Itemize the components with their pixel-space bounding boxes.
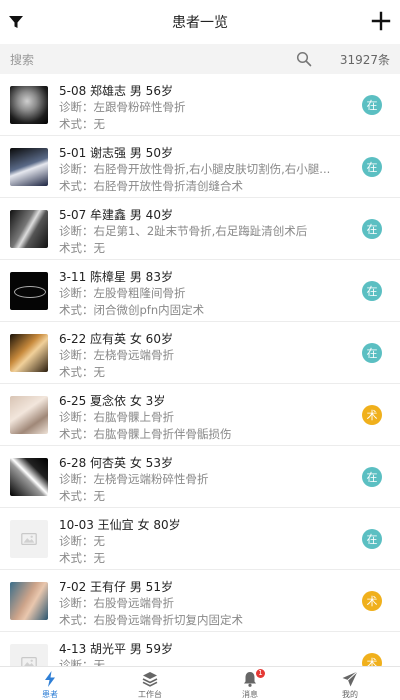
patient-surgery: 术式：右胫骨开放性骨折清创缝合术 (59, 179, 243, 193)
patient-surgery: 术式：无 (59, 551, 105, 565)
patient-summary: 5-01 谢志强 男 50岁 (59, 146, 173, 160)
patient-row[interactable]: 3-11 陈樟星 男 83岁 诊断：左股骨粗隆间骨折术式：闭合微创pfn内固定术 在 (0, 260, 400, 322)
search-input[interactable]: 搜索 (10, 51, 296, 68)
patient-summary: 6-28 何杏英 女 53岁 (59, 456, 173, 470)
patient-diagnosis: 诊断：右足第1、2趾末节骨折,右足踇趾清创术后 (59, 224, 308, 238)
tab-mine[interactable]: 我的 (300, 667, 400, 700)
patient-diagnosis: 诊断：左桡骨远端骨折 (59, 348, 174, 362)
patient-diagnosis: 诊断：右胫骨开放性骨折,右小腿皮肤切割伤,右小腿... (59, 162, 331, 176)
patient-surgery: 术式：无 (59, 365, 105, 379)
patient-thumbnail (10, 334, 48, 372)
patient-row[interactable]: 5-07 牟建鑫 男 40岁诊断：右足第1、2趾末节骨折,右足踇趾清创术后 术式：… (0, 198, 400, 260)
status-badge: 在 (362, 467, 382, 487)
patient-thumbnail (10, 148, 48, 186)
image-placeholder-icon (10, 520, 48, 558)
patient-list: 5-08 郑雄志 男 56岁 诊断：左跟骨粉碎性骨折 术式：无在 5-01 谢志强 男… (0, 74, 400, 666)
patient-row[interactable]: 7-02 王有仔 男 51岁 诊断：右股骨远端骨折术式：右股骨远端骨折切复内固定术… (0, 570, 400, 632)
patient-summary: 5-08 郑雄志 男 56岁 (59, 84, 173, 98)
patient-diagnosis: 诊断：左股骨粗隆间骨折 (59, 286, 186, 300)
tab-patients[interactable]: 患者 (0, 667, 100, 700)
app-header: 患者一览 (0, 0, 400, 44)
patient-row[interactable]: 6-25 夏念依 女 3岁 诊断：右肱骨髁上骨折术式：右肱骨髁上骨折伴骨骺损伤 术 (0, 384, 400, 446)
patient-surgery: 术式：右股骨远端骨折切复内固定术 (59, 613, 243, 627)
bottom-tab-bar: 患者 工作台 1 消息 我的 (0, 666, 400, 700)
status-badge: 在 (362, 281, 382, 301)
tab-label: 消息 (242, 690, 258, 699)
tab-messages[interactable]: 1 消息 (200, 667, 300, 700)
patient-thumbnail (10, 582, 48, 620)
tab-workbench[interactable]: 工作台 (100, 667, 200, 700)
patient-summary: 7-02 王有仔 男 51岁 (59, 580, 173, 594)
filter-icon[interactable] (8, 14, 24, 30)
patient-diagnosis: 诊断：左桡骨远端粉碎性骨折 (59, 472, 209, 486)
patient-diagnosis: 诊断：无 (59, 658, 105, 666)
status-badge: 在 (362, 343, 382, 363)
status-badge: 在 (362, 219, 382, 239)
patient-row[interactable]: 10-03 王仙宜 女 80岁 诊断：无术式：无 在 (0, 508, 400, 570)
patient-summary: 4-13 胡光平 男 59岁 (59, 642, 173, 656)
patient-summary: 6-25 夏念依 女 3岁 (59, 394, 166, 408)
message-badge: 1 (256, 669, 265, 678)
patient-surgery: 术式：无 (59, 489, 105, 503)
search-icon[interactable] (296, 51, 312, 67)
page-title: 患者一览 (172, 15, 228, 31)
tab-label: 工作台 (138, 690, 162, 699)
status-badge: 在 (362, 157, 382, 177)
patient-summary: 6-22 应有英 女 60岁 (59, 332, 173, 346)
patient-summary: 3-11 陈樟星 男 83岁 (59, 270, 173, 284)
patient-row[interactable]: 5-08 郑雄志 男 56岁 诊断：左跟骨粉碎性骨折 术式：无 在 (0, 74, 400, 136)
status-badge: 在 (362, 529, 382, 549)
status-badge: 术 (362, 653, 382, 666)
patient-diagnosis: 诊断：左跟骨粉碎性骨折 (59, 100, 186, 114)
image-placeholder-icon (10, 644, 48, 666)
status-badge: 术 (362, 591, 382, 611)
patient-row[interactable]: 6-22 应有英 女 60岁 诊断：左桡骨远端骨折 术式：无 在 (0, 322, 400, 384)
patient-diagnosis: 诊断：右肱骨髁上骨折 (59, 410, 174, 424)
patient-thumbnail (10, 86, 48, 124)
patient-surgery: 术式：无 (59, 117, 105, 131)
patient-summary: 5-07 牟建鑫 男 40岁 (59, 208, 173, 222)
patient-diagnosis: 诊断：无 (59, 534, 105, 548)
search-bar[interactable]: 搜索 31927条 (0, 44, 400, 74)
paper-plane-icon (342, 671, 358, 687)
patient-thumbnail (10, 272, 48, 310)
patient-thumbnail (10, 458, 48, 496)
add-icon[interactable] (370, 10, 392, 32)
patient-row[interactable]: 5-01 谢志强 男 50岁诊断：右胫骨开放性骨折,右小腿皮肤切割伤,右小腿..… (0, 136, 400, 198)
patient-thumbnail (10, 396, 48, 434)
patient-surgery: 术式：右肱骨髁上骨折伴骨骺损伤 (59, 427, 232, 441)
patient-thumbnail (10, 210, 48, 248)
status-badge: 在 (362, 95, 382, 115)
patient-diagnosis: 诊断：右股骨远端骨折 (59, 596, 174, 610)
patient-surgery: 术式：无 (59, 241, 105, 255)
patient-count: 31927条 (339, 52, 390, 67)
tab-label: 患者 (42, 690, 58, 699)
patient-summary: 10-03 王仙宜 女 80岁 (59, 518, 181, 532)
lightning-icon (45, 671, 55, 687)
patient-surgery: 术式：闭合微创pfn内固定术 (59, 303, 205, 317)
tab-label: 我的 (342, 690, 358, 699)
status-badge: 术 (362, 405, 382, 425)
patient-row[interactable]: 6-28 何杏英 女 53岁诊断：左桡骨远端粉碎性骨折 术式：无 在 (0, 446, 400, 508)
patient-row[interactable]: 4-13 胡光平 男 59岁诊断：无 术 (0, 632, 400, 666)
layers-icon (142, 672, 158, 687)
